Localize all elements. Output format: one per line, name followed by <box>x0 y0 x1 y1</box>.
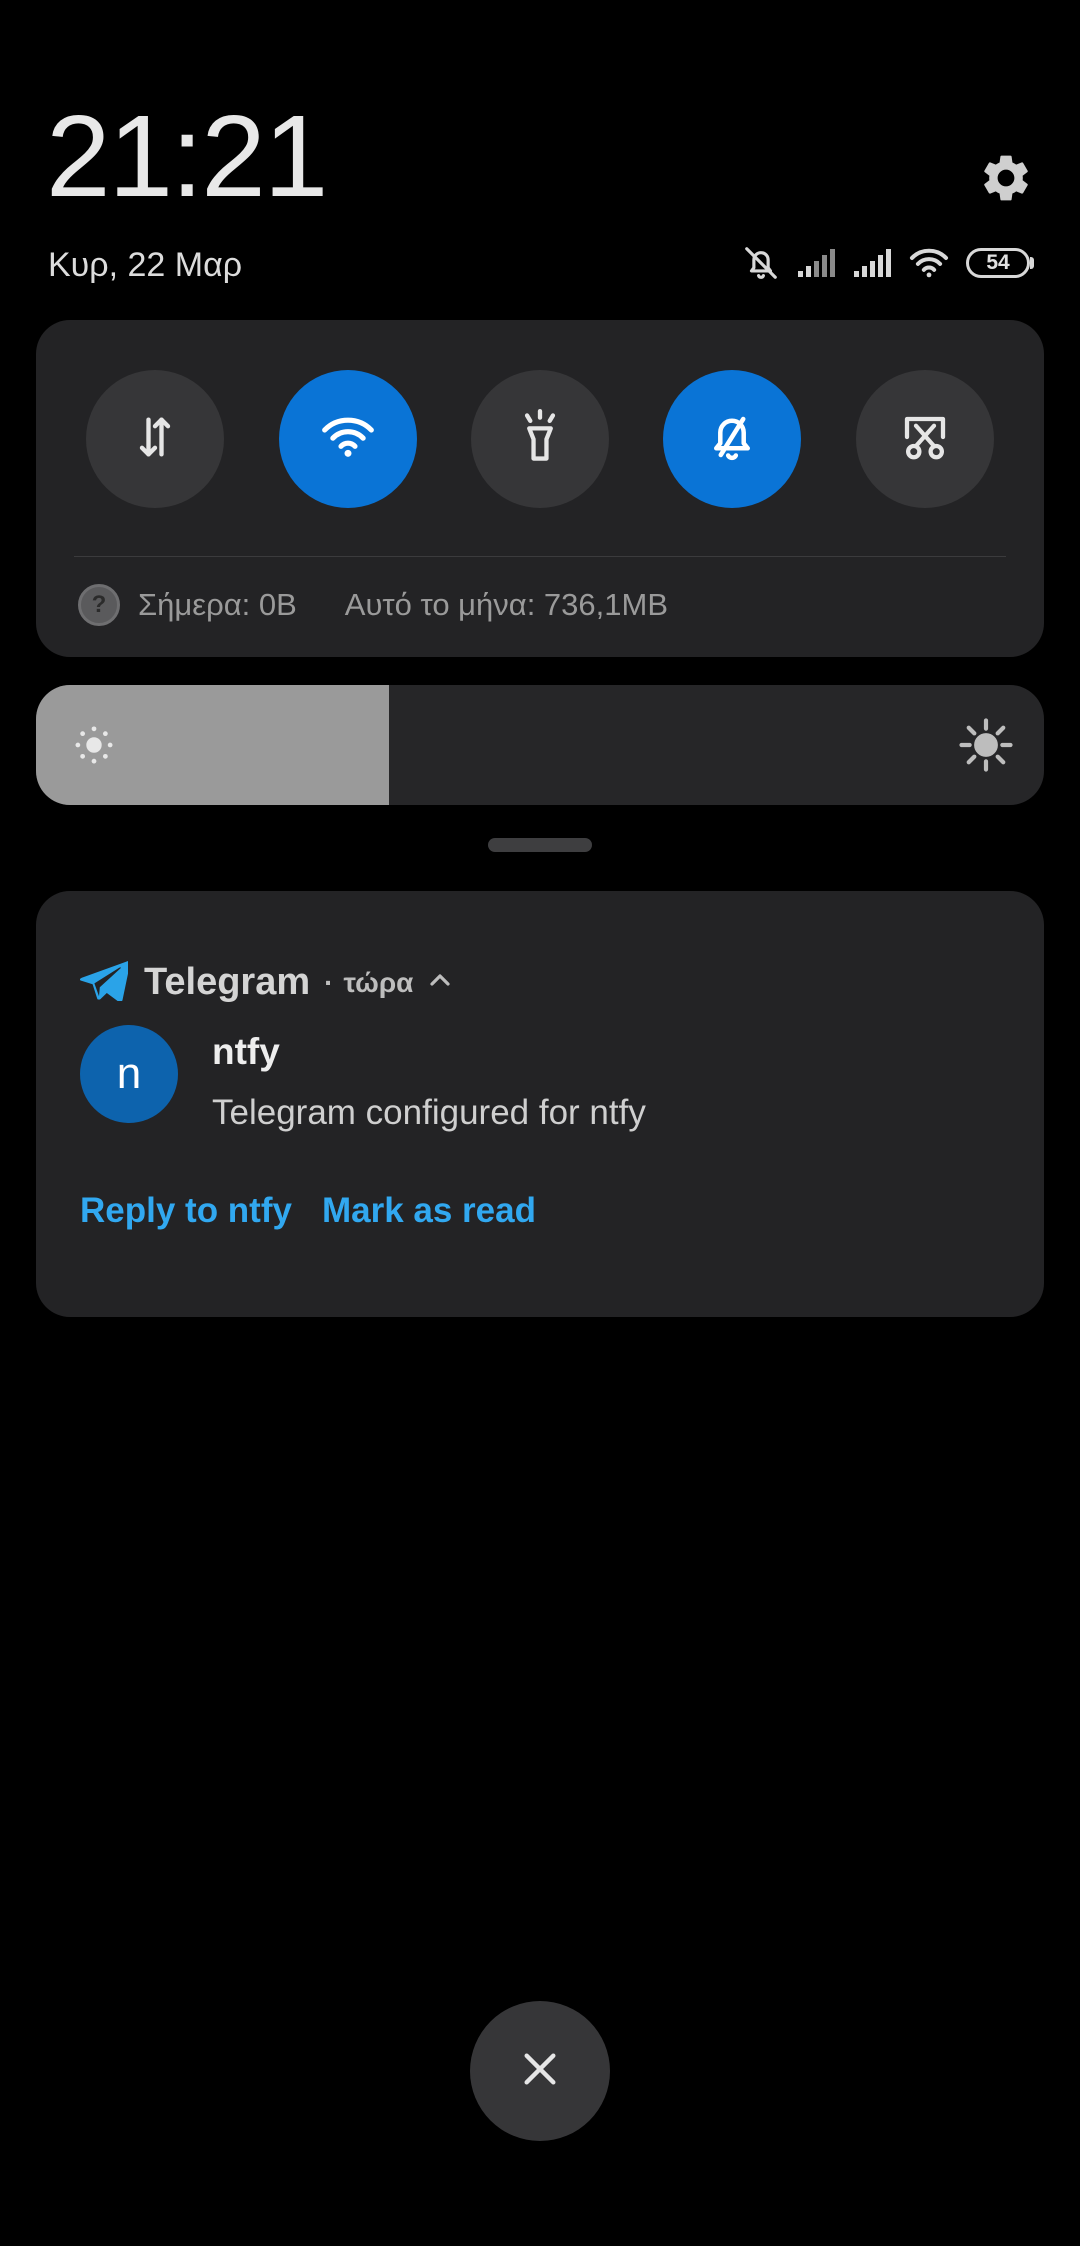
drag-handle[interactable] <box>488 838 592 852</box>
silent-mode-toggle[interactable] <box>663 370 801 508</box>
chevron-up-icon[interactable] <box>427 971 453 994</box>
status-bar: 54 <box>742 244 1034 282</box>
clear-all-button[interactable] <box>470 2001 610 2141</box>
help-icon: ? <box>78 584 120 626</box>
bell-off-icon <box>705 410 759 469</box>
notification-card[interactable]: Telegram · τώρα n ntfy Telegram configur… <box>36 891 1044 1317</box>
clock[interactable]: 21:21 <box>46 98 328 214</box>
settings-gear-icon[interactable] <box>978 150 1034 206</box>
wifi-icon <box>320 413 376 466</box>
quick-settings-panel: ? Σήμερα: 0B Αυτό το μήνα: 736,1MB <box>36 320 1044 657</box>
bell-off-icon <box>742 244 780 282</box>
flashlight-icon <box>514 408 566 470</box>
brightness-slider[interactable] <box>36 685 1044 805</box>
notification-header[interactable]: Telegram · τώρα <box>79 959 453 1006</box>
data-arrows-icon <box>129 411 181 468</box>
battery-level: 54 <box>966 248 1030 278</box>
wifi-status-icon <box>908 246 950 280</box>
data-usage-row[interactable]: ? Σήμερα: 0B Αυτό το μήνα: 736,1MB <box>78 584 668 626</box>
notification-title: ntfy <box>212 1031 280 1072</box>
brightness-high-icon <box>958 717 1014 778</box>
screenshot-toggle[interactable] <box>856 370 994 508</box>
signal-icon <box>796 247 836 279</box>
notification-actions: Reply to ntfy Mark as read <box>80 1191 536 1231</box>
notification-shade: 21:21 Κυρ, 22 Μαρ 54 ? Σήμερα: 0B Αυτό τ… <box>0 0 1080 2246</box>
brightness-low-icon <box>72 723 116 772</box>
telegram-icon <box>79 959 130 1006</box>
reply-button[interactable]: Reply to ntfy <box>80 1191 292 1231</box>
avatar: n <box>80 1025 178 1123</box>
mobile-data-toggle[interactable] <box>86 370 224 508</box>
flashlight-toggle[interactable] <box>471 370 609 508</box>
app-name: Telegram <box>144 961 311 1003</box>
notification-body: Telegram configured for ntfy <box>212 1093 646 1132</box>
data-usage-today: Σήμερα: 0B <box>138 587 297 622</box>
scissors-icon <box>898 410 952 469</box>
data-usage-month: Αυτό το μήνα: 736,1MB <box>344 587 669 622</box>
mark-as-read-button[interactable]: Mark as read <box>322 1191 536 1231</box>
signal-icon-2 <box>852 247 892 279</box>
battery-icon: 54 <box>966 248 1034 278</box>
notification-time: τώρα <box>343 966 414 998</box>
wifi-toggle[interactable] <box>279 370 417 508</box>
divider <box>74 556 1006 557</box>
date[interactable]: Κυρ, 22 Μαρ <box>48 246 242 285</box>
close-icon <box>520 2049 560 2094</box>
